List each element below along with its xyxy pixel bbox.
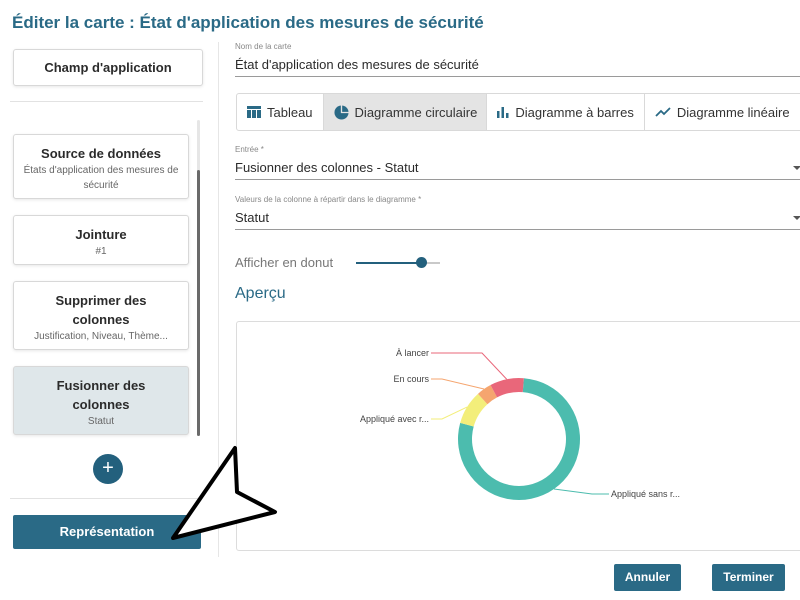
map-name-underline: [235, 76, 800, 77]
cancel-button[interactable]: Annuler: [614, 564, 681, 591]
chart-type-tabs: Tableau Diagramme circulaire Diagramme à…: [236, 93, 800, 131]
step-title: Jointure: [75, 227, 127, 242]
sidebar-scope-card[interactable]: Champ d'application: [13, 49, 203, 86]
pie-chart: Appliqué sans r... Appliqué avec r... En c…: [360, 348, 680, 500]
bar-chart-icon: [497, 107, 509, 118]
entry-chevron-down-icon: [793, 166, 800, 170]
map-name-label: Nom de la carte: [235, 42, 292, 51]
line-chart-icon: [655, 107, 671, 117]
step-subtitle: Statut: [87, 416, 115, 427]
pie-chart-icon: [334, 104, 349, 120]
tab-table[interactable]: Tableau: [237, 94, 324, 130]
donut-toggle-fill: [356, 262, 422, 264]
tab-label: Diagramme linéaire: [676, 104, 790, 120]
step-card-data-source[interactable]: Source de données États d'application de…: [13, 134, 189, 199]
preview-title: Aperçu: [235, 285, 286, 302]
tab-label: Tableau: [267, 104, 313, 120]
step-title: Supprimer des colonnes: [55, 293, 147, 327]
pie-leader-line: [431, 352, 508, 380]
mouse-cursor-icon: [171, 446, 277, 540]
pie-slice-label: En cours: [393, 374, 429, 384]
step-card-remove-columns[interactable]: Supprimer des colonnes Justification, Ni…: [13, 281, 189, 350]
tab-bar-chart[interactable]: Diagramme à barres: [487, 94, 645, 130]
pie-leader-line: [431, 378, 485, 390]
add-step-button[interactable]: +: [93, 454, 123, 484]
sidebar-divider: [10, 101, 203, 102]
tab-pie-chart[interactable]: Diagramme circulaire: [323, 94, 488, 130]
tab-line-chart[interactable]: Diagramme linéaire: [645, 94, 800, 130]
entry-underline: [235, 179, 800, 180]
step-subtitle: #1: [95, 246, 107, 257]
pie-leader-line: [553, 488, 609, 495]
preview-panel: Appliqué sans r... Appliqué avec r... En c…: [236, 321, 800, 551]
tab-label: Diagramme circulaire: [354, 104, 478, 120]
entry-label: Entrée *: [235, 145, 264, 154]
tab-label: Diagramme à barres: [515, 104, 634, 120]
column-select[interactable]: Statut: [235, 210, 269, 225]
step-card-join[interactable]: Jointure #1: [13, 215, 189, 265]
pie-slice-label: Appliqué sans r...: [611, 489, 680, 499]
sidebar-scope-label: Champ d'application: [44, 60, 172, 75]
pie-slice-label: Appliqué avec r...: [360, 414, 429, 424]
pie-slice-label: À lancer: [396, 348, 429, 358]
step-title: Fusionner des colonnes: [56, 378, 146, 412]
page-title: Éditer la carte : État d'application des…: [12, 13, 484, 32]
map-name-input[interactable]: État d'application des mesures de sécuri…: [235, 57, 479, 72]
sidebar-scrollbar-thumb[interactable]: [197, 170, 200, 436]
step-title: Source de données: [41, 146, 161, 161]
finish-button[interactable]: Terminer: [712, 564, 785, 591]
step-card-merge-columns[interactable]: Fusionner des colonnes Statut: [13, 366, 189, 435]
column-underline: [235, 229, 800, 230]
pie-slice[interactable]: [490, 378, 524, 398]
donut-toggle-knob[interactable]: [416, 257, 427, 268]
pie-leader-line: [431, 406, 468, 420]
entry-select[interactable]: Fusionner des colonnes - Statut: [235, 160, 419, 175]
column-chevron-down-icon: [793, 216, 800, 220]
step-subtitle: Justification, Niveau, Thème...: [34, 331, 168, 342]
table-icon: [247, 106, 261, 118]
donut-toggle-label: Afficher en donut: [235, 255, 334, 270]
step-subtitle: États d'application des mesures de sécur…: [23, 165, 179, 191]
column-label: Valeurs de la colonne à répartir dans le…: [235, 195, 422, 204]
